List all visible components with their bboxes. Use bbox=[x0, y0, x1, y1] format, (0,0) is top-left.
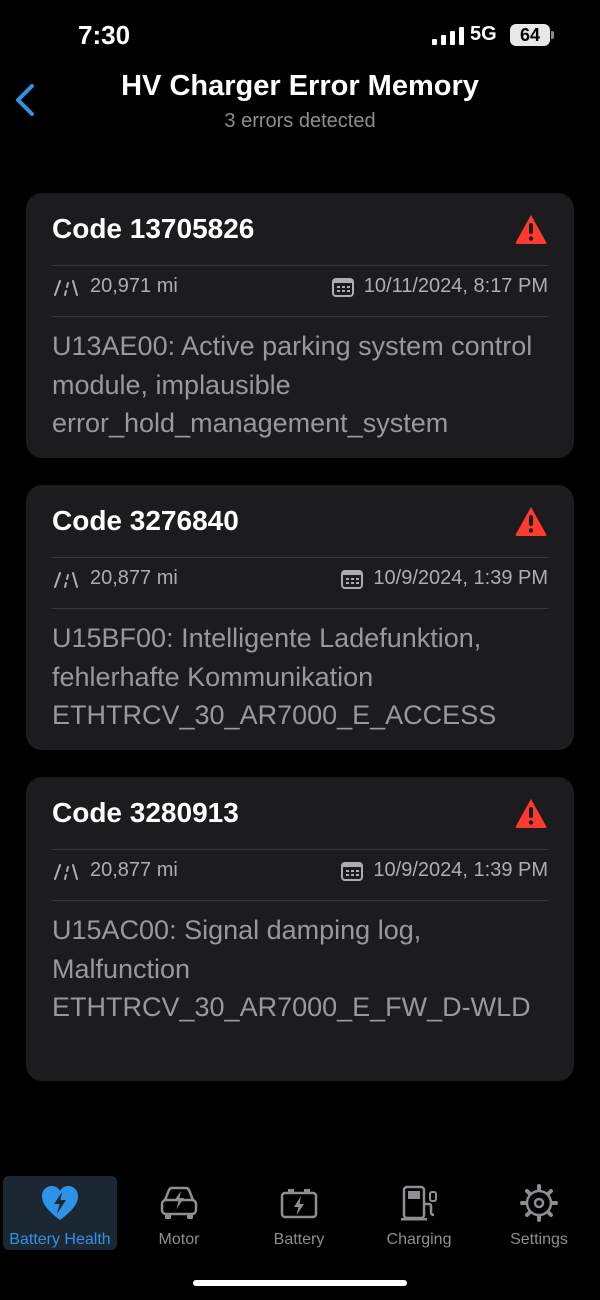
divider bbox=[52, 316, 548, 317]
error-meta: 20,877 mi 10/9/2024, 1:39 PM bbox=[52, 567, 548, 597]
divider bbox=[52, 900, 548, 901]
gear-icon bbox=[520, 1184, 558, 1222]
home-indicator bbox=[193, 1280, 407, 1286]
error-mileage: 20,971 mi bbox=[90, 275, 178, 297]
tab-battery[interactable]: Battery bbox=[242, 1176, 356, 1250]
tab-battery-health[interactable]: Battery Health bbox=[3, 1176, 117, 1250]
odometer-icon bbox=[54, 279, 78, 296]
battery-bolt-icon bbox=[280, 1189, 318, 1219]
divider bbox=[52, 557, 548, 558]
warning-icon bbox=[515, 507, 547, 536]
error-datetime: 10/9/2024, 1:39 PM bbox=[373, 567, 548, 589]
tab-bar: Battery Health Motor Battery Charging Se… bbox=[0, 1176, 600, 1256]
battery-nub bbox=[551, 31, 554, 39]
calendar-icon bbox=[341, 569, 364, 589]
error-card[interactable]: Code 3276840 20,877 mi 10/9/2024, 1:39 P… bbox=[26, 485, 574, 750]
divider bbox=[52, 849, 548, 850]
tab-label: Charging bbox=[386, 1231, 452, 1248]
cellular-signal-icon bbox=[432, 27, 464, 45]
error-mileage: 20,877 mi bbox=[90, 567, 178, 589]
tab-label: Motor bbox=[158, 1231, 200, 1248]
error-card[interactable]: Code 3280913 20,877 mi 10/9/2024, 1:39 P… bbox=[26, 777, 574, 1081]
error-code: Code 3276840 bbox=[52, 505, 239, 536]
charging-station-icon bbox=[401, 1185, 437, 1221]
network-label: 5G bbox=[470, 23, 497, 45]
tab-charging[interactable]: Charging bbox=[362, 1176, 476, 1250]
warning-icon bbox=[515, 215, 547, 244]
error-description: U15AC00: Signal damping log, Malfunction… bbox=[52, 915, 531, 1022]
tab-label: Settings bbox=[510, 1231, 568, 1248]
error-meta: 20,877 mi 10/9/2024, 1:39 PM bbox=[52, 859, 548, 889]
error-code: Code 3280913 bbox=[52, 797, 239, 828]
car-bolt-icon bbox=[160, 1186, 198, 1219]
error-code: Code 13705826 bbox=[52, 213, 255, 244]
status-bar: 7:30 5G 64 bbox=[0, 0, 600, 70]
error-meta: 20,971 mi 10/11/2024, 8:17 PM bbox=[52, 275, 548, 305]
divider bbox=[52, 265, 548, 266]
calendar-icon bbox=[331, 277, 354, 297]
calendar-icon bbox=[341, 861, 364, 881]
status-time: 7:30 bbox=[78, 20, 131, 50]
divider bbox=[52, 608, 548, 609]
error-description: U13AE00: Active parking system control m… bbox=[52, 331, 533, 438]
error-description: U15BF00: Intelligente Ladefunktion, fehl… bbox=[52, 623, 497, 730]
error-datetime: 10/9/2024, 1:39 PM bbox=[373, 859, 548, 881]
heart-bolt-icon bbox=[42, 1186, 78, 1220]
error-card[interactable]: Code 13705826 20,971 mi 10/11/2024, 8:17… bbox=[26, 193, 574, 458]
odometer-icon bbox=[54, 863, 78, 880]
page-subtitle: 3 errors detected bbox=[224, 110, 376, 132]
odometer-icon bbox=[54, 571, 78, 588]
tab-motor[interactable]: Motor bbox=[122, 1176, 236, 1250]
warning-icon bbox=[515, 799, 547, 828]
tab-label: Battery Health bbox=[9, 1231, 111, 1248]
battery-level: 64 bbox=[510, 24, 550, 46]
error-mileage: 20,877 mi bbox=[90, 859, 178, 881]
error-datetime: 10/11/2024, 8:17 PM bbox=[363, 275, 548, 297]
page-title: HV Charger Error Memory bbox=[121, 70, 479, 102]
tab-settings[interactable]: Settings bbox=[482, 1176, 596, 1250]
tab-label: Battery bbox=[273, 1231, 325, 1248]
